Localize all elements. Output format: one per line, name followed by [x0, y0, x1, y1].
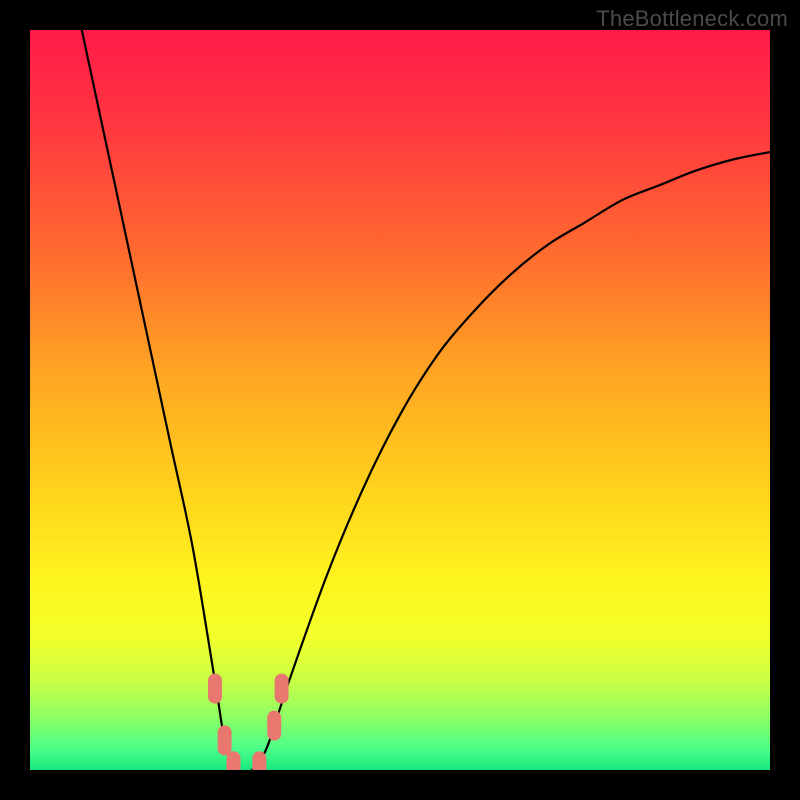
highlight-marker	[252, 751, 266, 770]
highlight-marker	[275, 674, 289, 704]
plot-area	[30, 30, 770, 770]
highlight-marker	[218, 725, 232, 755]
watermark-text: TheBottleneck.com	[596, 6, 788, 32]
chart-frame: TheBottleneck.com	[0, 0, 800, 800]
highlight-marker	[267, 711, 281, 741]
highlight-marker	[227, 751, 241, 770]
bottleneck-curve	[30, 30, 770, 770]
highlight-marker	[208, 674, 222, 704]
